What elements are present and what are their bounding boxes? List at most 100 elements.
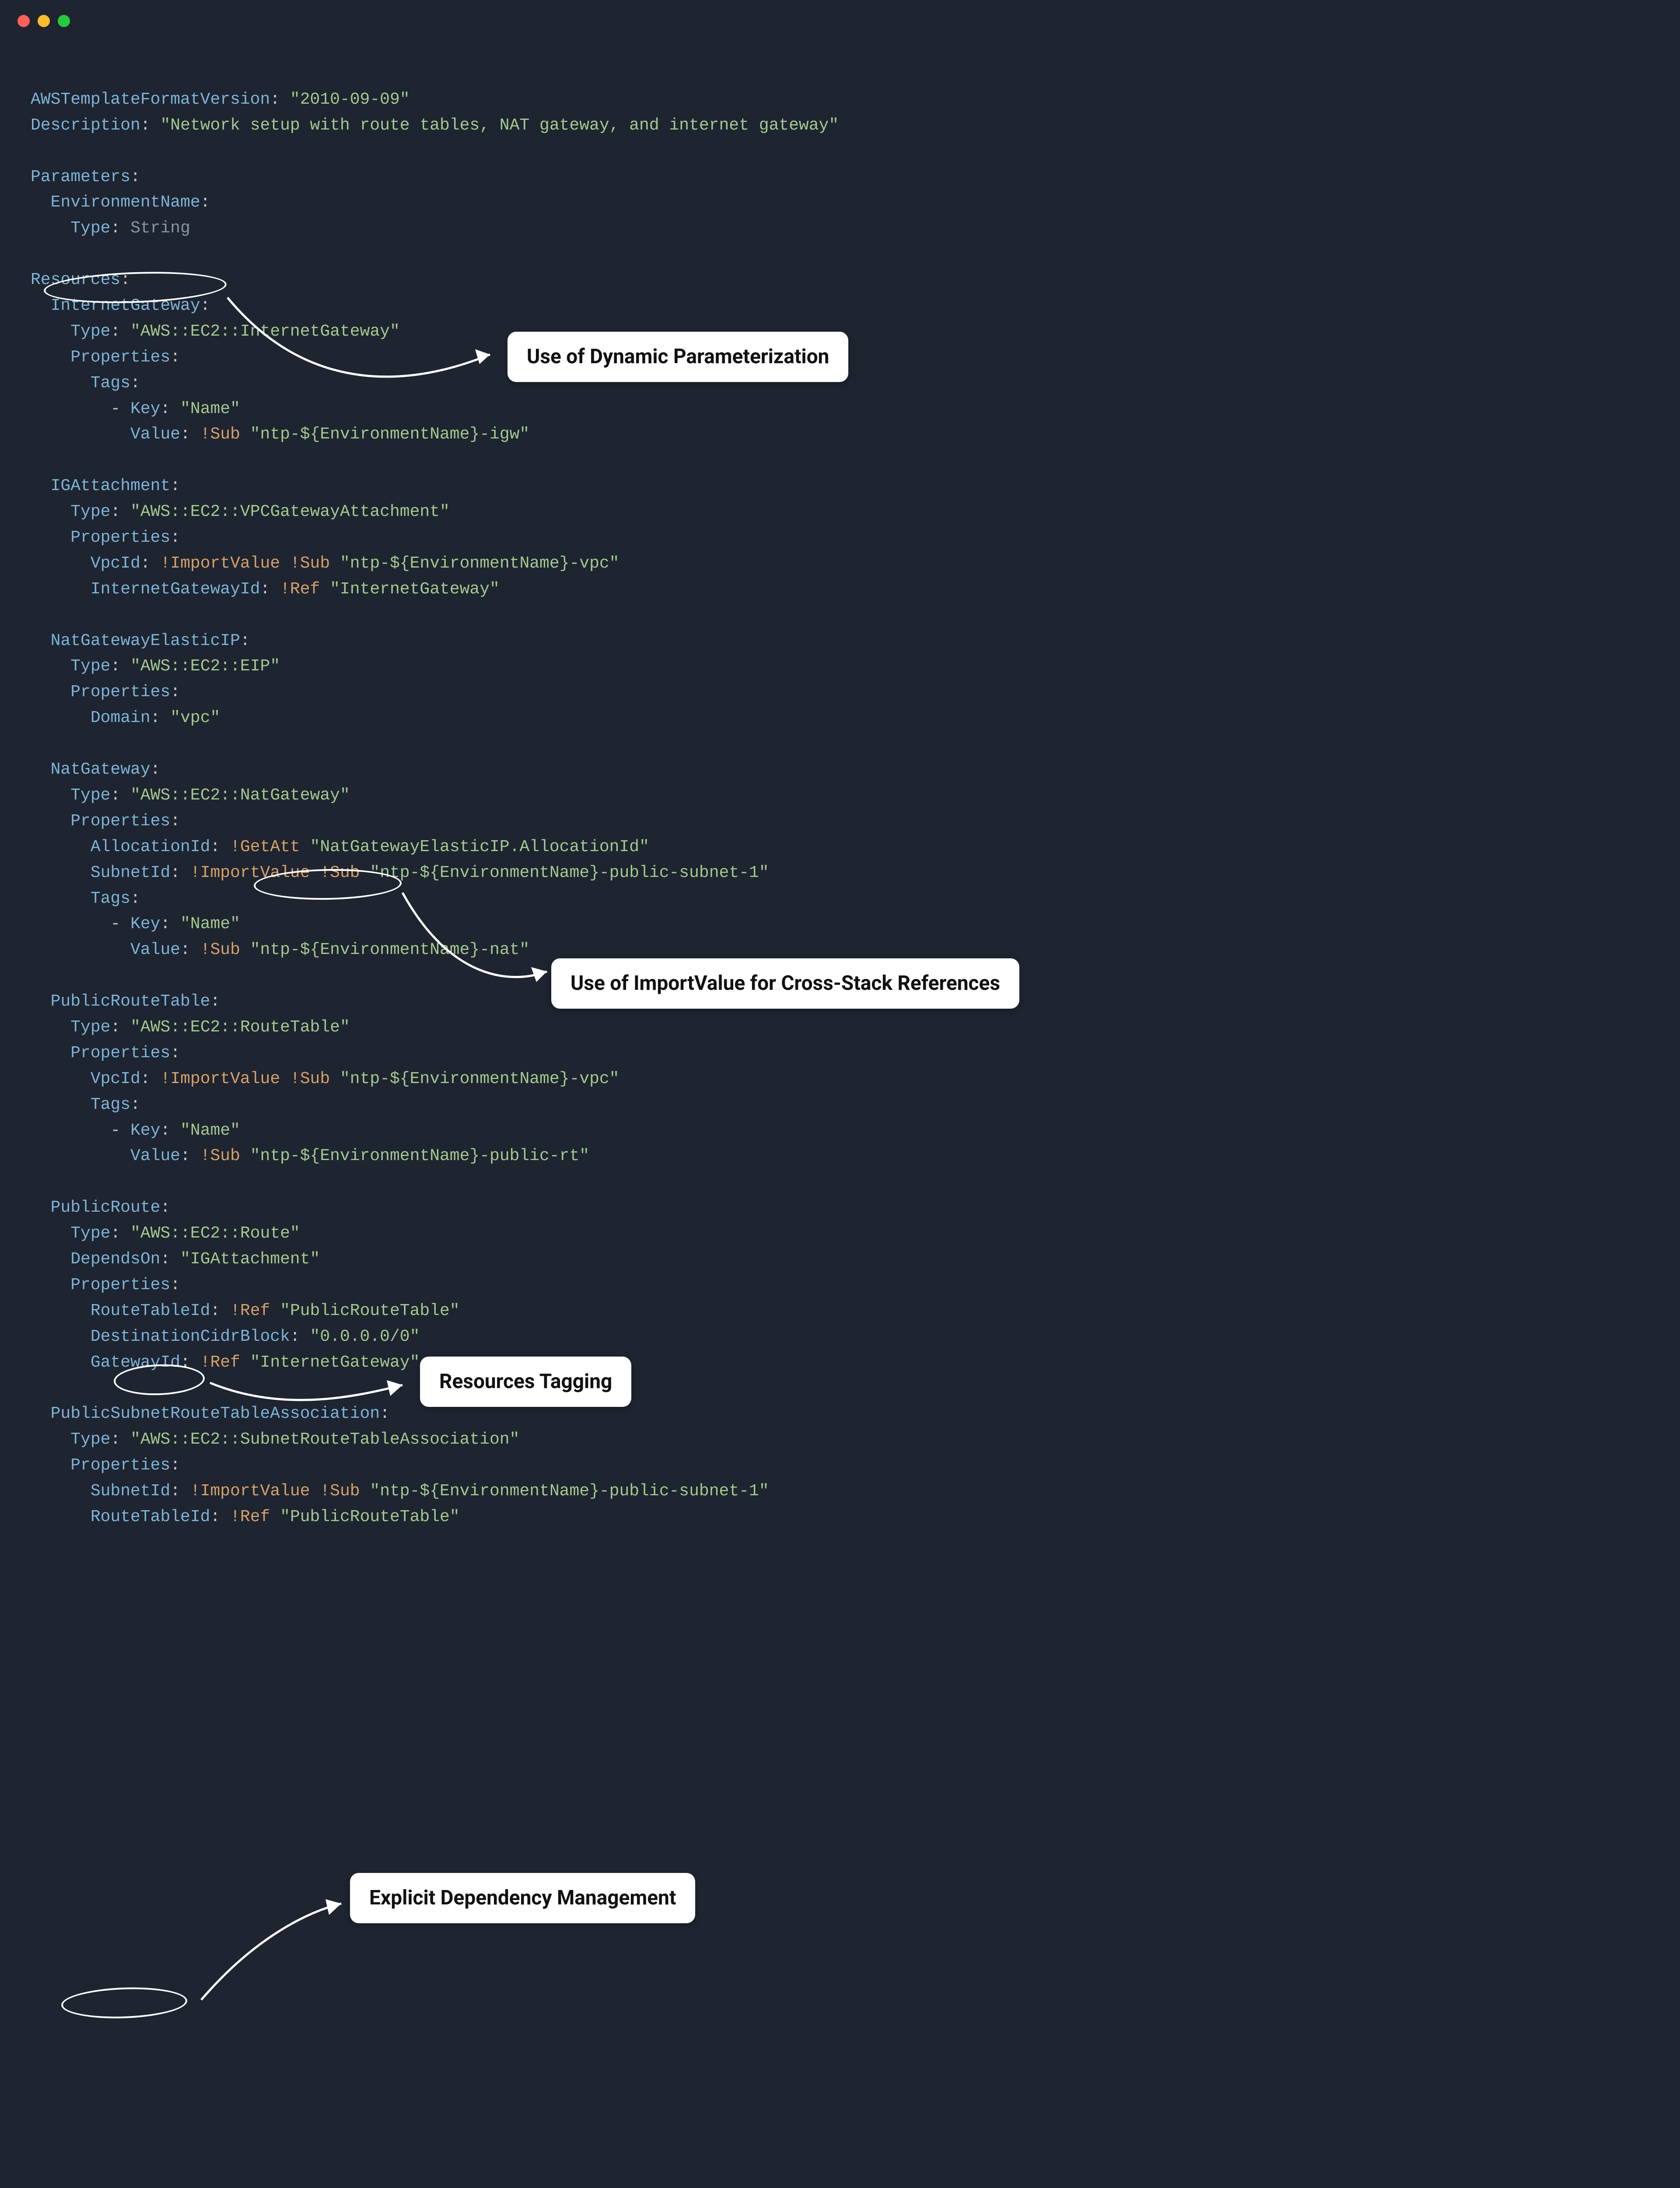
code-key: Description bbox=[31, 116, 140, 135]
code-key: Properties bbox=[70, 348, 170, 367]
annotation-dependency: Explicit Dependency Management bbox=[350, 1873, 695, 1923]
code-tag: !Sub bbox=[290, 554, 330, 573]
code-key: AllocationId bbox=[91, 838, 210, 856]
code-tag: !ImportValue bbox=[160, 554, 280, 573]
code-key: IGAttachment bbox=[51, 477, 171, 495]
code-tag: !Ref bbox=[230, 1301, 270, 1320]
code-string: "ntp-${EnvironmentName}-igw" bbox=[250, 425, 530, 444]
code-key: Parameters bbox=[31, 168, 130, 186]
code-key: Value bbox=[130, 940, 180, 959]
code-tag: !ImportValue bbox=[190, 863, 310, 882]
code-string: "AWS::EC2::SubnetRouteTableAssociation" bbox=[130, 1430, 519, 1449]
code-string: "Network setup with route tables, NAT ga… bbox=[160, 116, 839, 135]
code-string: "ntp-${EnvironmentName}-vpc" bbox=[340, 554, 620, 573]
code-key: InternetGateway bbox=[51, 296, 200, 315]
code-key: Type bbox=[70, 1018, 110, 1037]
code-key: Tags bbox=[91, 1095, 130, 1114]
annotation-parameterization: Use of Dynamic Parameterization bbox=[508, 332, 848, 382]
code-key: Properties bbox=[70, 812, 170, 831]
code-key: NatGatewayElasticIP bbox=[51, 631, 240, 650]
code-tag: !ImportValue bbox=[160, 1069, 280, 1088]
code-string: "vpc" bbox=[170, 708, 220, 727]
code-key: Value bbox=[130, 425, 180, 444]
code-key: Properties bbox=[70, 1276, 170, 1294]
code-key: SubnetId bbox=[91, 1482, 170, 1501]
code-string: "AWS::EC2::InternetGateway" bbox=[130, 322, 400, 341]
annotation-arrow-icon bbox=[184, 1886, 359, 2009]
code-key: Key bbox=[130, 1121, 160, 1140]
code-string: "Name" bbox=[180, 1121, 240, 1140]
code-string: "PublicRouteTable" bbox=[280, 1301, 459, 1320]
code-key: VpcId bbox=[91, 1069, 140, 1088]
code-key: DestinationCidrBlock bbox=[91, 1327, 290, 1346]
code-tag: !Sub bbox=[320, 863, 360, 882]
code-key: PublicRoute bbox=[51, 1198, 161, 1217]
code-string: "Name" bbox=[180, 400, 240, 418]
code-key: NatGateway bbox=[51, 760, 150, 779]
code-key: Type bbox=[70, 1224, 110, 1243]
code-key: Properties bbox=[70, 1456, 170, 1475]
code-key: Key bbox=[130, 915, 160, 933]
code-string: "InternetGateway" bbox=[330, 580, 500, 599]
code-key: Type bbox=[70, 786, 110, 805]
code-key: EnvironmentName bbox=[51, 193, 200, 212]
code-tag: !ImportValue bbox=[190, 1482, 310, 1501]
code-key: RouteTableId bbox=[91, 1508, 210, 1526]
code-key: Type bbox=[70, 657, 110, 676]
code-key: Resources bbox=[31, 270, 120, 289]
code-tag: !Sub bbox=[200, 1147, 240, 1165]
code-block: AWSTemplateFormatVersion: "2010-09-09" D… bbox=[0, 0, 1680, 1587]
code-tag: !Sub bbox=[200, 425, 240, 444]
terminal-window: AWSTemplateFormatVersion: "2010-09-09" D… bbox=[0, 0, 1680, 2188]
code-string: "2010-09-09" bbox=[290, 90, 410, 109]
code-key: Type bbox=[70, 322, 110, 341]
code-string: "IGAttachment" bbox=[180, 1250, 320, 1269]
code-key: Domain bbox=[91, 708, 150, 727]
annotation-tagging: Resources Tagging bbox=[420, 1357, 631, 1407]
code-string: "NatGatewayElasticIP.AllocationId" bbox=[310, 838, 649, 856]
code-string: "AWS::EC2::RouteTable" bbox=[130, 1018, 350, 1037]
code-key: Value bbox=[130, 1147, 180, 1165]
code-tag: !GetAtt bbox=[230, 838, 300, 856]
code-key: Type bbox=[70, 502, 110, 521]
code-key: Key bbox=[130, 400, 160, 418]
code-tag: !Ref bbox=[230, 1508, 270, 1526]
code-string: "AWS::EC2::Route" bbox=[130, 1224, 300, 1243]
code-string: "PublicRouteTable" bbox=[280, 1508, 459, 1526]
code-string: "ntp-${EnvironmentName}-vpc" bbox=[340, 1069, 620, 1088]
code-key: Properties bbox=[70, 528, 170, 547]
code-key: GatewayId bbox=[91, 1353, 180, 1372]
code-value: String bbox=[130, 219, 190, 238]
code-string: "ntp-${EnvironmentName}-public-subnet-1" bbox=[370, 863, 769, 882]
code-string: "ntp-${EnvironmentName}-public-rt" bbox=[250, 1147, 589, 1165]
code-key: AWSTemplateFormatVersion bbox=[31, 90, 270, 109]
code-string: "ntp-${EnvironmentName}-public-subnet-1" bbox=[370, 1482, 769, 1501]
code-string: "AWS::EC2::VPCGatewayAttachment" bbox=[130, 502, 450, 521]
code-tag: !Ref bbox=[280, 580, 320, 599]
code-key: Tags bbox=[91, 374, 130, 393]
code-tag: !Sub bbox=[200, 940, 240, 959]
code-key: Tags bbox=[91, 889, 130, 908]
annotation-ring bbox=[61, 1985, 188, 2020]
code-key: PublicSubnetRouteTableAssociation bbox=[51, 1404, 380, 1423]
annotation-importvalue: Use of ImportValue for Cross-Stack Refer… bbox=[551, 958, 1019, 1009]
code-string: "AWS::EC2::NatGateway" bbox=[130, 786, 350, 805]
code-string: "ntp-${EnvironmentName}-nat" bbox=[250, 940, 530, 959]
code-key: DependsOn bbox=[70, 1250, 160, 1269]
code-key: Type bbox=[70, 219, 110, 238]
code-string: "AWS::EC2::EIP" bbox=[130, 657, 280, 676]
code-tag: !Sub bbox=[320, 1482, 360, 1501]
code-key: Properties bbox=[70, 683, 170, 701]
code-key: RouteTableId bbox=[91, 1301, 210, 1320]
code-key: VpcId bbox=[91, 554, 140, 573]
code-tag: !Sub bbox=[290, 1069, 330, 1088]
code-string: "InternetGateway" bbox=[250, 1353, 420, 1372]
code-key: PublicRouteTable bbox=[51, 992, 210, 1011]
code-string: "Name" bbox=[180, 915, 240, 933]
code-key: Type bbox=[70, 1430, 110, 1449]
code-key: InternetGatewayId bbox=[91, 580, 260, 599]
code-key: SubnetId bbox=[91, 863, 170, 882]
code-string: "0.0.0.0/0" bbox=[310, 1327, 420, 1346]
code-tag: !Ref bbox=[200, 1353, 240, 1372]
code-key: Properties bbox=[70, 1044, 170, 1062]
